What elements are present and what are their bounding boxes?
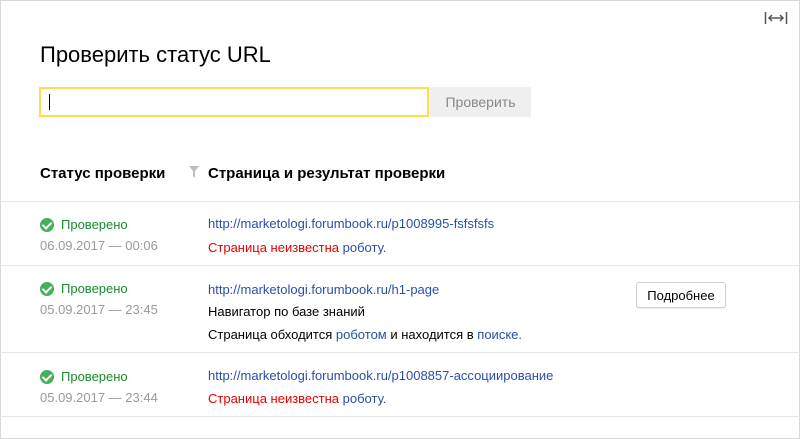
result-line: Страница неизвестна роботу. xyxy=(208,240,386,255)
page-url-link[interactable]: http://marketologi.forumbook.ru/p1008857… xyxy=(208,368,553,383)
robot-link[interactable]: роботу xyxy=(343,391,383,406)
robot-link[interactable]: роботу xyxy=(343,240,383,255)
check-button[interactable]: Проверить xyxy=(430,87,531,117)
status-label: Проверено xyxy=(61,281,128,296)
row-divider xyxy=(0,201,800,202)
check-circle-icon xyxy=(40,281,54,296)
result-period: . xyxy=(518,327,523,342)
details-button[interactable]: Подробнее xyxy=(636,282,726,308)
expand-icon[interactable] xyxy=(764,10,788,26)
check-circle-icon xyxy=(40,369,54,384)
status-checked: Проверено xyxy=(40,217,128,232)
result-period: . xyxy=(382,391,387,406)
check-timestamp: 06.09.2017 — 00:06 xyxy=(40,238,158,253)
result-unknown-text: Страница неизвестна xyxy=(208,240,340,255)
page-url-link[interactable]: http://marketologi.forumbook.ru/h1-page xyxy=(208,282,439,297)
page-title: Проверить статус URL xyxy=(40,42,271,67)
column-header-page: Страница и результат проверки xyxy=(208,165,446,182)
result-line: Страница обходится роботом и находится в… xyxy=(208,327,522,342)
url-input[interactable] xyxy=(39,87,429,117)
result-prefix: Страница обходится xyxy=(208,327,333,342)
column-header-status: Статус проверки xyxy=(40,165,166,182)
row-divider xyxy=(0,265,800,266)
robot-link[interactable]: роботом xyxy=(336,327,387,342)
check-timestamp: 05.09.2017 — 23:45 xyxy=(40,302,158,317)
status-checked: Проверено xyxy=(40,281,128,296)
check-timestamp: 05.09.2017 — 23:44 xyxy=(40,390,158,405)
page-title-text: Навигатор по базе знаний xyxy=(208,304,365,319)
filter-icon[interactable] xyxy=(189,166,199,178)
row-divider xyxy=(0,352,800,353)
page-url-link[interactable]: http://marketologi.forumbook.ru/p1008995… xyxy=(208,216,494,231)
text-caret xyxy=(49,94,50,110)
result-unknown-text: Страница неизвестна xyxy=(208,391,340,406)
result-mid: и находится в xyxy=(390,327,474,342)
status-label: Проверено xyxy=(61,369,128,384)
status-checked: Проверено xyxy=(40,369,128,384)
row-divider xyxy=(0,416,800,417)
search-link[interactable]: поиске xyxy=(477,327,518,342)
result-period: . xyxy=(382,240,387,255)
result-line: Страница неизвестна роботу. xyxy=(208,391,386,406)
status-label: Проверено xyxy=(61,217,128,232)
check-circle-icon xyxy=(40,217,54,232)
